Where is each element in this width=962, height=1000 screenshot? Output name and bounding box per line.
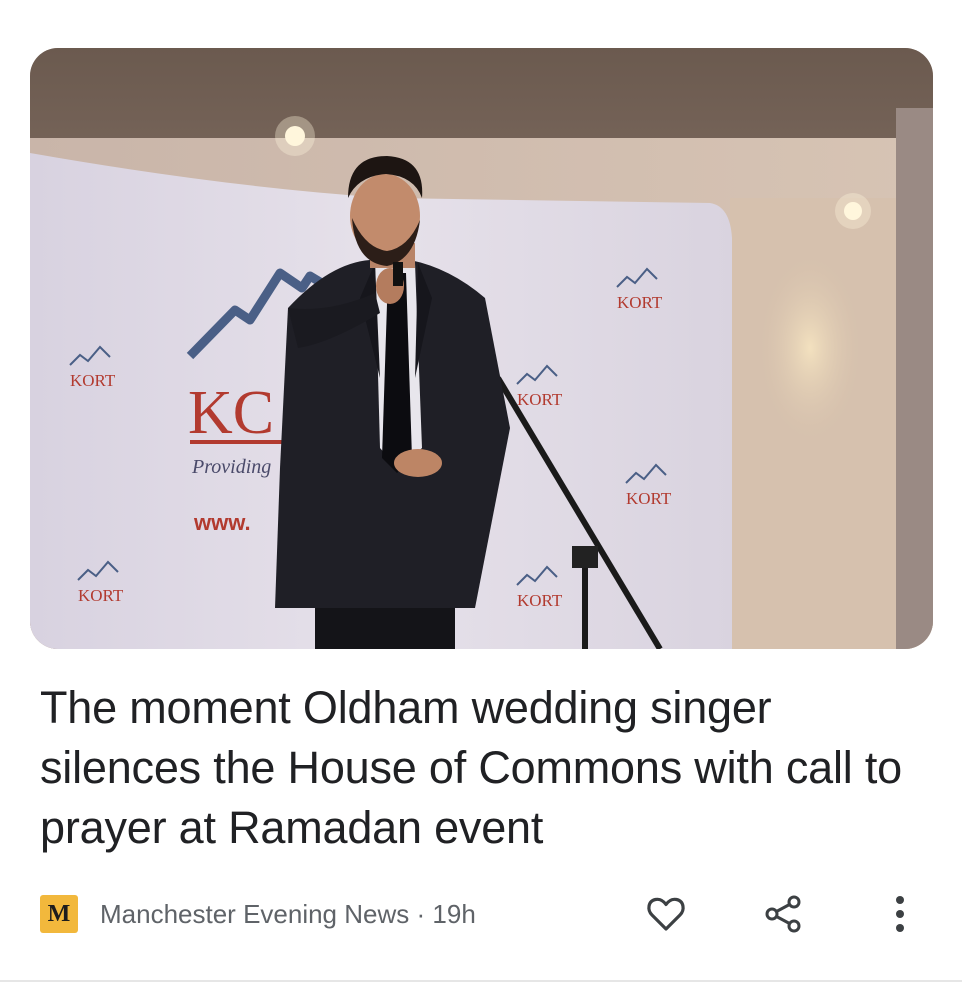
heart-icon — [647, 897, 685, 931]
meta-separator: · — [416, 898, 426, 929]
publisher-byline: Manchester Evening News · 19h — [100, 899, 476, 930]
kort-tagline: Providing — [191, 456, 271, 478]
kort-logo-text: KORT — [78, 586, 124, 605]
share-button[interactable] — [759, 890, 807, 938]
kort-logo-text: KORT — [626, 489, 672, 508]
publisher-name: Manchester Evening News — [100, 898, 410, 929]
kort-url: www. — [193, 510, 251, 535]
publisher-logo-letter: M — [47, 900, 71, 927]
kort-logo-text: KORT — [617, 293, 663, 312]
article-age: 19h — [432, 898, 476, 929]
kort-logo-text: KORT — [70, 371, 116, 390]
article-meta: M Manchester Evening News · 19h — [40, 893, 476, 935]
share-icon — [765, 895, 801, 933]
kort-big-letters: KC — [188, 379, 274, 447]
article-image[interactable]: KORT KORT KORT KORT KORT KORT KC Providi… — [30, 48, 933, 649]
news-card[interactable]: KORT KORT KORT KORT KORT KORT KC Providi… — [0, 0, 962, 1000]
card-divider — [0, 980, 962, 982]
publisher-logo: M — [40, 895, 78, 933]
more-options-button[interactable] — [876, 890, 924, 938]
article-headline[interactable]: The moment Oldham wedding singer silence… — [40, 678, 920, 858]
like-button[interactable] — [642, 890, 690, 938]
kort-logo-text: KORT — [517, 591, 563, 610]
kort-logo-text: KORT — [517, 390, 563, 409]
more-vertical-icon — [896, 896, 904, 932]
singer-photo: KORT KORT KORT KORT KORT KORT KC Providi… — [30, 48, 933, 649]
